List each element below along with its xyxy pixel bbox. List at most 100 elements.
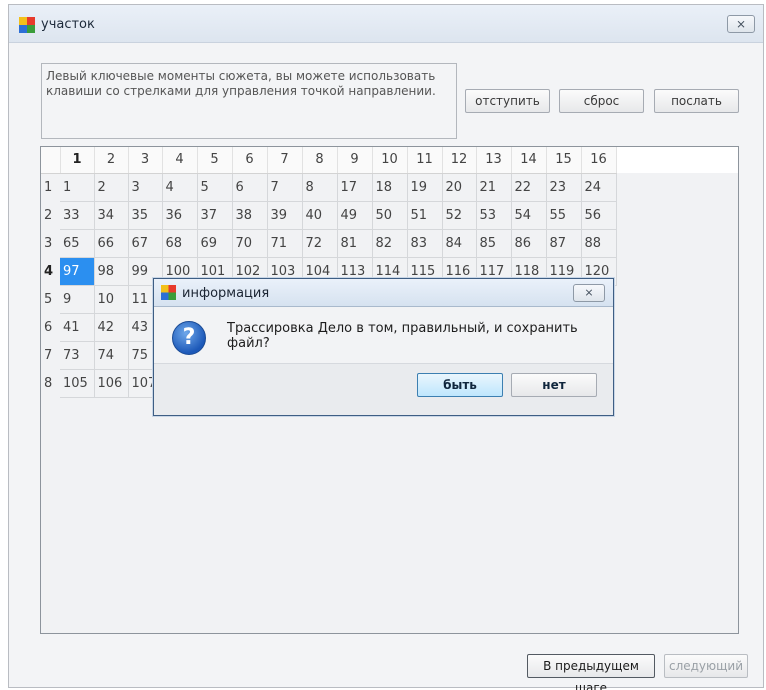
grid-cell[interactable]: 4 <box>162 173 198 202</box>
column-header[interactable]: 6 <box>232 147 268 174</box>
grid-cell[interactable]: 85 <box>476 229 512 258</box>
column-header[interactable]: 5 <box>197 147 233 174</box>
dialog-close-button[interactable]: ⨯ <box>573 284 605 302</box>
row-header[interactable]: 2 <box>41 201 60 229</box>
grid-cell[interactable]: 69 <box>197 229 233 258</box>
confirm-dialog: информация ⨯ ? Трассировка Дело в том, п… <box>153 278 614 416</box>
column-header[interactable]: 11 <box>407 147 443 174</box>
grid-cell[interactable]: 35 <box>128 201 163 230</box>
grid-cell[interactable]: 73 <box>60 341 95 370</box>
grid-cell[interactable]: 66 <box>94 229 129 258</box>
column-header[interactable]: 7 <box>267 147 303 174</box>
grid-cell[interactable]: 81 <box>337 229 373 258</box>
column-header[interactable]: 1 <box>60 147 95 174</box>
grid-cell[interactable]: 67 <box>128 229 163 258</box>
question-icon: ? <box>172 321 206 355</box>
grid-cell[interactable]: 56 <box>581 201 617 230</box>
title-bar: участок ⨯ <box>9 5 763 43</box>
table-row: 1 1 2 3 4 5 6 7 8 17 18 19 20 21 22 23 24 <box>41 173 617 202</box>
no-button[interactable]: нет <box>511 373 597 397</box>
previous-step-button[interactable]: В предыдущем шаге <box>527 654 655 690</box>
row-header[interactable]: 5 <box>41 285 60 313</box>
app-logo-icon <box>19 17 35 33</box>
column-header[interactable]: 4 <box>162 147 198 174</box>
column-header[interactable]: 2 <box>94 147 129 174</box>
grid-cell[interactable]: 105 <box>60 369 95 398</box>
grid-cell[interactable]: 82 <box>372 229 408 258</box>
grid-cell[interactable]: 65 <box>60 229 95 258</box>
grid-cell[interactable]: 8 <box>302 173 338 202</box>
reset-button[interactable]: сброс <box>559 89 644 113</box>
dialog-app-icon <box>161 285 176 300</box>
column-header[interactable]: 12 <box>442 147 477 174</box>
grid-cell[interactable]: 2 <box>94 173 129 202</box>
grid-cell[interactable]: 72 <box>302 229 338 258</box>
row-header[interactable]: 6 <box>41 313 60 341</box>
grid-cell[interactable]: 98 <box>94 257 129 286</box>
grid-cell[interactable]: 68 <box>162 229 198 258</box>
column-header[interactable]: 8 <box>302 147 338 174</box>
grid-cell[interactable]: 71 <box>267 229 303 258</box>
column-header[interactable]: 13 <box>476 147 512 174</box>
grid-cell[interactable]: 50 <box>372 201 408 230</box>
row-header[interactable]: 1 <box>41 173 60 201</box>
grid-cell[interactable]: 23 <box>546 173 582 202</box>
back-button[interactable]: отступить <box>465 89 550 113</box>
grid-cell[interactable]: 20 <box>442 173 477 202</box>
grid-cell[interactable]: 34 <box>94 201 129 230</box>
grid-cell[interactable]: 54 <box>511 201 547 230</box>
row-header[interactable]: 8 <box>41 369 60 397</box>
column-header[interactable]: 10 <box>372 147 408 174</box>
next-step-button: следующий <box>664 654 748 678</box>
grid-cell[interactable]: 86 <box>511 229 547 258</box>
grid-cell[interactable]: 3 <box>128 173 163 202</box>
dialog-title-bar: информация ⨯ <box>154 279 613 307</box>
grid-cell[interactable]: 38 <box>232 201 268 230</box>
grid-cell[interactable]: 106 <box>94 369 129 398</box>
grid-cell[interactable]: 17 <box>337 173 373 202</box>
table-row: 3 65 66 67 68 69 70 71 72 81 82 83 84 85 86 87 88 <box>41 229 617 258</box>
grid-cell[interactable]: 74 <box>94 341 129 370</box>
column-header[interactable]: 3 <box>128 147 163 174</box>
grid-cell[interactable]: 18 <box>372 173 408 202</box>
grid-cell[interactable]: 6 <box>232 173 268 202</box>
grid-cell[interactable]: 84 <box>442 229 477 258</box>
grid-cell[interactable]: 41 <box>60 313 95 342</box>
grid-cell[interactable]: 9 <box>60 285 95 314</box>
grid-cell[interactable]: 36 <box>162 201 198 230</box>
grid-cell[interactable]: 83 <box>407 229 443 258</box>
close-button[interactable]: ⨯ <box>727 15 755 33</box>
grid-cell[interactable]: 39 <box>267 201 303 230</box>
grid-cell[interactable]: 24 <box>581 173 617 202</box>
grid-cell[interactable]: 1 <box>60 173 95 202</box>
column-header[interactable]: 16 <box>581 147 617 174</box>
grid-cell[interactable]: 97 <box>60 257 95 286</box>
grid-cell[interactable]: 51 <box>407 201 443 230</box>
dialog-title: информация <box>182 286 270 301</box>
grid-cell[interactable]: 40 <box>302 201 338 230</box>
grid-cell[interactable]: 37 <box>197 201 233 230</box>
grid-cell[interactable]: 7 <box>267 173 303 202</box>
row-header[interactable]: 7 <box>41 341 60 369</box>
column-header[interactable]: 9 <box>337 147 373 174</box>
grid-cell[interactable]: 88 <box>581 229 617 258</box>
grid-cell[interactable]: 33 <box>60 201 95 230</box>
grid-cell[interactable]: 52 <box>442 201 477 230</box>
grid-cell[interactable]: 21 <box>476 173 512 202</box>
grid-cell[interactable]: 55 <box>546 201 582 230</box>
row-header[interactable]: 4 <box>41 257 60 285</box>
grid-cell[interactable]: 19 <box>407 173 443 202</box>
yes-button[interactable]: быть <box>417 373 503 397</box>
grid-cell[interactable]: 87 <box>546 229 582 258</box>
grid-cell[interactable]: 5 <box>197 173 233 202</box>
column-header[interactable]: 15 <box>546 147 582 174</box>
column-header[interactable]: 14 <box>511 147 547 174</box>
row-header[interactable]: 3 <box>41 229 60 257</box>
grid-cell[interactable]: 70 <box>232 229 268 258</box>
grid-cell[interactable]: 53 <box>476 201 512 230</box>
grid-cell[interactable]: 10 <box>94 285 129 314</box>
grid-cell[interactable]: 42 <box>94 313 129 342</box>
send-button[interactable]: послать <box>654 89 739 113</box>
grid-cell[interactable]: 49 <box>337 201 373 230</box>
grid-cell[interactable]: 22 <box>511 173 547 202</box>
